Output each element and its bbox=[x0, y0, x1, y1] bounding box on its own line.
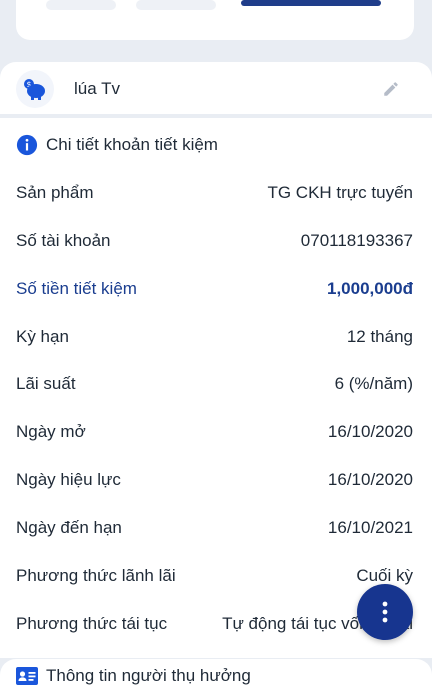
row-term: Kỳ hạn 12 tháng bbox=[16, 327, 413, 346]
contact-card-icon bbox=[16, 667, 38, 685]
row-savings-amount: Số tiền tiết kiệm 1,000,000đ bbox=[16, 279, 413, 298]
beneficiary-section[interactable]: Thông tin người thụ hưởng bbox=[0, 659, 432, 699]
beneficiary-title: Thông tin người thụ hưởng bbox=[46, 666, 251, 685]
more-vertical-icon bbox=[382, 601, 388, 623]
row-interest-rate: Lãi suất 6 (%/năm) bbox=[16, 374, 413, 393]
row-open-date: Ngày mở 16/10/2020 bbox=[16, 422, 413, 441]
pencil-icon[interactable] bbox=[382, 80, 400, 98]
section-title: Chi tiết khoản tiết kiệm bbox=[46, 135, 218, 154]
row-product: Sản phẩm TG CKH trực tuyến bbox=[16, 183, 413, 202]
piggy-bank-icon: $ bbox=[16, 70, 54, 108]
more-actions-button[interactable] bbox=[357, 584, 413, 640]
row-account-number: Số tài khoản 070118193367 bbox=[16, 231, 413, 250]
savings-detail-section: Chi tiết khoản tiết kiệm Sản phẩm TG CKH… bbox=[0, 118, 432, 658]
top-summary-card bbox=[16, 0, 414, 40]
info-icon bbox=[16, 134, 38, 156]
row-renewal-method: Phương thức tái tục Tự động tái tục vốn … bbox=[16, 614, 413, 633]
account-header[interactable]: $ lúa Tv bbox=[0, 62, 432, 114]
row-effective-date: Ngày hiệu lực 16/10/2020 bbox=[16, 470, 413, 489]
row-maturity-date: Ngày đến hạn 16/10/2021 bbox=[16, 518, 413, 537]
account-name: lúa Tv bbox=[74, 79, 120, 98]
section-header: Chi tiết khoản tiết kiệm bbox=[16, 134, 218, 156]
row-interest-method: Phương thức lãnh lãi Cuối kỳ bbox=[16, 566, 413, 585]
